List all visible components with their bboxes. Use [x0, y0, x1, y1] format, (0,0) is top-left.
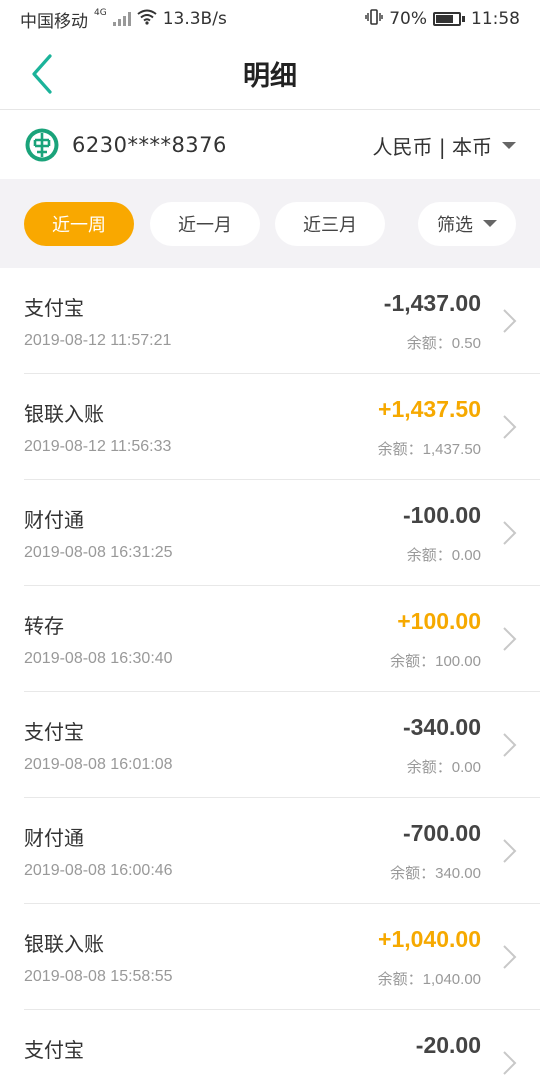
transaction-date: 2019-08-08 15:58:55 [24, 968, 173, 985]
transaction-date: 2019-08-08 16:31:25 [24, 544, 173, 561]
chevron-right-icon [503, 945, 517, 969]
transaction-balance: 余额：0.50 [406, 335, 481, 352]
chevron-right-icon [503, 839, 517, 863]
transaction-row[interactable]: 财付通 2019-08-08 16:00:46 -700.00 余额：340.0… [24, 798, 540, 904]
bank-logo-icon [25, 128, 59, 162]
caret-down-icon [502, 141, 516, 149]
filter-last-week-label: 近一周 [52, 214, 106, 236]
filter-last-three-months-label: 近三月 [303, 214, 357, 236]
filter-last-month-label: 近一月 [178, 214, 232, 236]
vibrate-icon [365, 8, 383, 30]
transaction-amount: -700.00 [402, 820, 481, 846]
chevron-left-icon [32, 54, 52, 94]
transaction-row[interactable]: 财付通 2019-08-08 16:31:25 -100.00 余额：0.00 [24, 480, 540, 586]
account-info: 6230****8376 [24, 127, 227, 163]
filter-dropdown-button[interactable]: 筛选 [418, 201, 516, 246]
network-type: 4G [94, 8, 107, 18]
filter-last-month-button[interactable]: 近一月 [150, 201, 260, 246]
battery-icon [433, 12, 465, 26]
chevron-right-icon [503, 521, 517, 545]
transaction-date: 2019-08-12 11:56:33 [24, 438, 172, 455]
chevron-right-icon [503, 1051, 517, 1075]
transaction-amount: -1,437.00 [383, 290, 481, 316]
account-bar: 6230****8376 人民币 | 本币 [0, 111, 540, 179]
network-speed: 13.3B/s [162, 9, 227, 29]
transaction-row[interactable]: 转存 2019-08-08 16:30:40 +100.00 余额：100.00 [24, 586, 540, 692]
transaction-date: 2019-08-08 16:00:46 [24, 862, 173, 879]
chevron-right-icon [503, 415, 517, 439]
transaction-balance: 余额：1,437.50 [377, 441, 481, 458]
transaction-name: 财付通 [24, 826, 84, 850]
currency-label: 人民币 | 本币 [372, 134, 492, 159]
transaction-row[interactable]: 支付宝 2019-08-12 11:57:21 -1,437.00 余额：0.5… [24, 268, 540, 374]
signal-icon [112, 12, 131, 26]
transaction-amount: +100.00 [397, 608, 481, 634]
transaction-name: 转存 [24, 614, 64, 638]
transaction-row[interactable]: 支付宝 -20.00 [24, 1010, 540, 1080]
transaction-date: 2019-08-08 16:01:08 [24, 756, 173, 773]
transaction-name: 银联入账 [24, 932, 104, 956]
transaction-date: 2019-08-08 16:30:40 [24, 650, 173, 667]
card-number: 6230****8376 [72, 133, 227, 157]
transaction-balance: 余额：1,040.00 [377, 971, 481, 988]
transaction-balance: 余额：100.00 [390, 653, 481, 670]
transaction-balance: 余额：340.00 [390, 865, 481, 882]
transaction-amount: +1,040.00 [378, 926, 481, 952]
status-bar: 中国移动 4G 13.3B/s 70% 11:58 [0, 0, 540, 38]
transaction-name: 支付宝 [24, 1038, 84, 1062]
nav-bar: 明细 [0, 38, 540, 110]
transaction-date: 2019-08-12 11:57:21 [24, 332, 172, 349]
transaction-name: 银联入账 [24, 402, 104, 426]
filter-last-week-button[interactable]: 近一周 [24, 201, 134, 246]
chevron-right-icon [503, 309, 517, 333]
carrier-label: 中国移动 [20, 11, 88, 32]
back-button[interactable] [22, 52, 62, 96]
transaction-list: 支付宝 2019-08-12 11:57:21 -1,437.00 余额：0.5… [0, 268, 540, 1080]
page-title: 明细 [243, 61, 297, 92]
transaction-row[interactable]: 银联入账 2019-08-08 15:58:55 +1,040.00 余额：1,… [24, 904, 540, 1010]
wifi-icon [137, 9, 157, 30]
transaction-row[interactable]: 支付宝 2019-08-08 16:01:08 -340.00 余额：0.00 [24, 692, 540, 798]
status-right: 70% 11:58 [365, 8, 520, 30]
transaction-row[interactable]: 银联入账 2019-08-12 11:56:33 +1,437.50 余额：1,… [24, 374, 540, 480]
transaction-name: 支付宝 [24, 720, 84, 744]
filter-dropdown-label: 筛选 [437, 214, 473, 236]
currency-selector[interactable]: 人民币 | 本币 [373, 131, 516, 160]
transaction-amount: -340.00 [402, 714, 481, 740]
transaction-amount: -100.00 [402, 502, 481, 528]
transaction-name: 支付宝 [24, 296, 84, 320]
date-filter-bar: 近一周 近一月 近三月 筛选 [0, 179, 540, 268]
battery-percent: 70% [389, 9, 427, 29]
status-left: 中国移动 4G 13.3B/s [20, 7, 227, 32]
chevron-right-icon [503, 627, 517, 651]
clock-time: 11:58 [471, 9, 520, 29]
chevron-right-icon [503, 733, 517, 757]
filter-last-three-months-button[interactable]: 近三月 [275, 201, 385, 246]
transaction-name: 财付通 [24, 508, 84, 532]
transaction-amount: -20.00 [415, 1032, 481, 1058]
transaction-amount: +1,437.50 [378, 396, 481, 422]
transaction-balance: 余额：0.00 [406, 547, 481, 564]
transaction-balance: 余额：0.00 [406, 759, 481, 776]
caret-down-icon [483, 220, 497, 227]
